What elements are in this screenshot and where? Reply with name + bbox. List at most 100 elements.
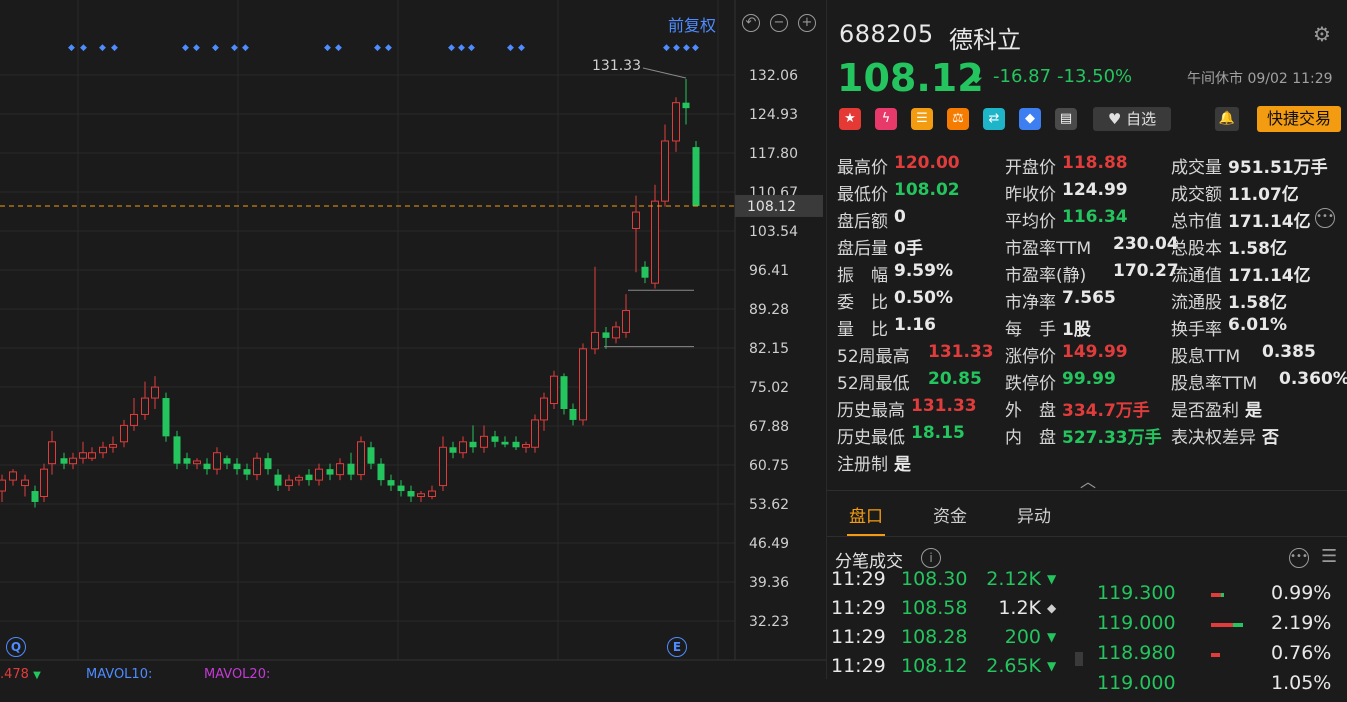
event-marker-icon[interactable]: ◆ xyxy=(458,43,465,53)
candle-body[interactable] xyxy=(367,447,375,464)
candle-body[interactable] xyxy=(397,485,405,492)
candle-body[interactable] xyxy=(79,452,87,459)
more-icon[interactable]: ••• xyxy=(1315,208,1335,228)
candle-body[interactable] xyxy=(193,460,201,465)
candle-body[interactable] xyxy=(130,413,138,426)
q-button[interactable]: Q xyxy=(6,637,26,657)
candle-body[interactable] xyxy=(569,408,577,420)
candle-body[interactable] xyxy=(295,476,303,481)
tag-icon[interactable]: ◆ xyxy=(1019,108,1041,130)
candle-body[interactable] xyxy=(285,479,293,487)
candle-body[interactable] xyxy=(428,490,436,498)
event-marker-icon[interactable]: ◆ xyxy=(683,43,690,53)
candle-body[interactable] xyxy=(40,468,48,498)
event-marker-icon[interactable]: ◆ xyxy=(242,43,249,53)
candle-body[interactable] xyxy=(151,386,159,399)
event-marker-icon[interactable]: ◆ xyxy=(99,43,106,53)
candle-body[interactable] xyxy=(88,452,96,459)
candle-body[interactable] xyxy=(480,435,488,448)
candle-body[interactable] xyxy=(661,140,669,202)
candle-body[interactable] xyxy=(69,457,77,465)
add-favorite-button[interactable]: ♥ 自选 xyxy=(1093,107,1171,131)
candle-body[interactable] xyxy=(501,441,509,445)
info-icon[interactable]: i xyxy=(921,548,941,568)
event-marker-icon[interactable]: ◆ xyxy=(507,43,514,53)
tab-zijin[interactable]: 资金 xyxy=(933,502,967,527)
candle-body[interactable] xyxy=(407,491,415,497)
kline-chart[interactable]: 132.06 124.93 117.80 110.67 103.54 96.41 89.28… xyxy=(0,0,826,682)
gear-icon[interactable]: ⚙ xyxy=(1313,22,1331,46)
shuffle-icon[interactable]: ⇄ xyxy=(983,108,1005,130)
candle-body[interactable] xyxy=(264,458,272,470)
candle-body[interactable] xyxy=(9,471,17,481)
candle-body[interactable] xyxy=(579,348,587,421)
note-icon[interactable]: ▤ xyxy=(1055,108,1077,130)
candle-body[interactable] xyxy=(377,463,385,481)
list-view-icon[interactable]: ☰ xyxy=(1321,546,1337,567)
event-marker-icon[interactable]: ◆ xyxy=(68,43,75,53)
candle-body[interactable] xyxy=(223,458,231,464)
bell-icon[interactable]: 🔔 xyxy=(1215,107,1239,131)
event-marker-icon[interactable]: ◆ xyxy=(518,43,525,53)
candle-body[interactable] xyxy=(141,397,149,415)
event-marker-icon[interactable]: ◆ xyxy=(673,43,680,53)
database-icon[interactable]: ☰ xyxy=(911,108,933,130)
candle-body[interactable] xyxy=(449,447,457,453)
candle-body[interactable] xyxy=(622,310,630,333)
event-marker-icon[interactable]: ◆ xyxy=(385,43,392,53)
candle-body[interactable] xyxy=(550,375,558,405)
candle-body[interactable] xyxy=(469,441,477,448)
chevron-down-icon[interactable]: ▼ xyxy=(33,670,41,681)
tab-pankou[interactable]: 盘口 xyxy=(849,502,883,527)
candle-body[interactable] xyxy=(233,463,241,470)
event-marker-icon[interactable]: ◆ xyxy=(212,43,219,53)
zoom-in-icon[interactable]: + xyxy=(798,14,816,32)
candle-body[interactable] xyxy=(459,441,467,454)
more-options-icon[interactable]: ••• xyxy=(1289,548,1309,568)
zoom-out-icon[interactable]: − xyxy=(770,14,788,32)
candle-body[interactable] xyxy=(512,441,520,448)
event-marker-icon[interactable]: ◆ xyxy=(182,43,189,53)
scale-icon[interactable]: ⚖ xyxy=(947,108,969,130)
candle-body[interactable] xyxy=(672,102,680,142)
candle-body[interactable] xyxy=(612,326,620,339)
event-marker-icon[interactable]: ◆ xyxy=(231,43,238,53)
candle-body[interactable] xyxy=(173,436,181,464)
e-button[interactable]: E xyxy=(667,637,687,657)
event-marker-icon[interactable]: ◆ xyxy=(374,43,381,53)
candle-body[interactable] xyxy=(31,491,39,502)
candle-body[interactable] xyxy=(21,479,29,487)
tab-yidong[interactable]: 异动 xyxy=(1017,502,1051,527)
candle-body[interactable] xyxy=(162,398,170,437)
candle-body[interactable] xyxy=(522,444,530,448)
candle-body[interactable] xyxy=(641,266,649,278)
candle-body[interactable] xyxy=(315,468,323,481)
candle-body[interactable] xyxy=(60,458,68,464)
candle-body[interactable] xyxy=(347,463,355,475)
candle-body[interactable] xyxy=(120,424,128,443)
candle-body[interactable] xyxy=(203,463,211,470)
candle-body[interactable] xyxy=(357,441,365,476)
event-marker-icon[interactable]: ◆ xyxy=(692,43,699,53)
candle-body[interactable] xyxy=(0,479,6,492)
restore-right-label[interactable]: 前复权 xyxy=(668,12,716,36)
china-flag-icon[interactable]: ★ xyxy=(839,108,861,130)
candle-body[interactable] xyxy=(336,463,344,476)
candle-body[interactable] xyxy=(305,474,313,481)
event-marker-icon[interactable]: ◆ xyxy=(448,43,455,53)
lightning-icon[interactable]: ϟ xyxy=(875,108,897,130)
candle-body[interactable] xyxy=(326,469,334,475)
candle-body[interactable] xyxy=(491,436,499,442)
candle-body[interactable] xyxy=(591,331,599,350)
event-marker-icon[interactable]: ◆ xyxy=(111,43,118,53)
candle-body[interactable] xyxy=(540,397,548,421)
candle-body[interactable] xyxy=(213,452,221,470)
candle-body[interactable] xyxy=(531,419,539,448)
candle-body[interactable] xyxy=(253,457,261,476)
candle-body[interactable] xyxy=(682,102,690,109)
candle-body[interactable] xyxy=(417,493,425,498)
candle-body[interactable] xyxy=(183,458,191,464)
candle-body[interactable] xyxy=(99,446,107,454)
candle-body[interactable] xyxy=(602,332,610,338)
event-marker-icon[interactable]: ◆ xyxy=(663,43,670,53)
